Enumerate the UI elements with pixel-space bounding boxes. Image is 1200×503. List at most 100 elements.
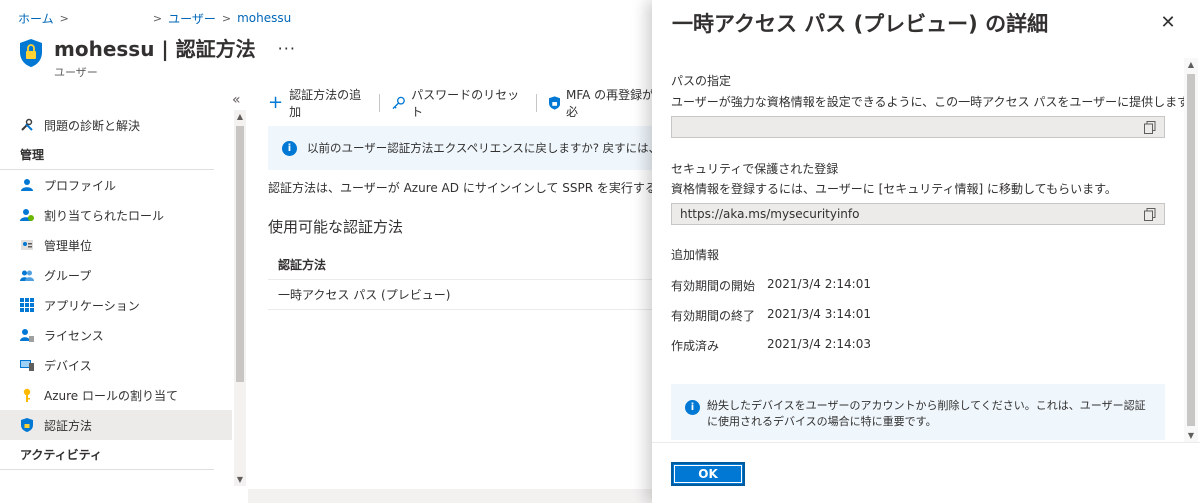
close-icon[interactable]: ✕ [1158,12,1178,33]
scroll-down-icon[interactable]: ▼ [234,475,246,484]
license-icon [20,328,34,342]
add-method-label: 認証方法の追加 [289,88,362,119]
sidebar-item-assigned-roles[interactable]: 割り当てられたロール [0,200,232,230]
created-label: 作成済み [671,339,720,353]
add-method-button[interactable]: + 認証方法の追加 [268,86,367,120]
device-info-text: 紛失したデバイスをユーザーのアカウントから削除してください。これは、ユーザー認証… [707,399,1146,428]
page-subtitle: ユーザー [54,66,98,79]
sidebar-item-label: デバイス [44,358,92,373]
pass-label: パスの指定 [671,74,732,88]
chevron-right-icon: > [152,11,163,25]
pass-field[interactable] [671,116,1165,138]
breadcrumb: ホーム > > ユーザー > mohessu [18,10,291,26]
methods-table: 認証方法 一時アクセス パス (プレビュー) [268,250,660,310]
sidebar-item-applications[interactable]: アプリケーション [0,290,232,320]
key-icon [392,96,405,110]
end-time-row: 有効期間の終了 2021/3/4 3:14:01 [671,307,871,324]
sidebar-item-label: ライセンス [44,328,104,343]
mfa-reregister-button[interactable]: MFA の再登録が必 [548,86,660,120]
secure-url-field[interactable]: https://aka.ms/mysecurityinfo [671,203,1165,225]
sidebar-item-label: 割り当てられたロール [44,208,165,223]
pass-description: ユーザーが強力な資格情報を設定できるように、この一時アクセス パスをユーザーに提… [671,95,1200,109]
collapse-sidebar-icon[interactable]: « [232,92,241,108]
person-role-icon [20,208,34,222]
sidebar-item-diagnose[interactable]: 問題の診断と解決 [0,110,232,140]
tools-icon [20,118,34,132]
person-icon [20,178,34,192]
key-icon [20,388,34,402]
more-options-icon[interactable]: ··· [278,36,296,62]
sidebar-item-groups[interactable]: グループ [0,260,232,290]
chevron-right-icon: > [59,11,69,25]
sidebar-item-label: プロファイル [44,178,117,193]
sidebar-item-label: 管理単位 [44,238,93,253]
sidebar-item-admin-units[interactable]: 管理単位 [0,230,232,260]
info-banner-text: 以前のユーザー認証方法エクスペリエンスに戻しますか? 戻すには、こちらをクリック [307,141,660,155]
breadcrumb-home[interactable]: ホーム [18,10,54,27]
toolbar: + 認証方法の追加 パスワードのリセット MFA の再登録が必 [268,88,660,119]
table-row[interactable]: 一時アクセス パス (プレビュー) [268,280,660,310]
breadcrumb-current[interactable]: mohessu [237,11,291,25]
horizontal-scrollbar[interactable] [248,489,652,503]
breadcrumb-users[interactable]: ユーザー [168,10,216,27]
background-page: ホーム > > ユーザー > mohessu mohessu | 認証方法 ユー… [0,0,716,503]
secure-url-value: https://aka.ms/mysecurityinfo [680,207,860,221]
admin-unit-icon [20,238,34,252]
scroll-down-icon[interactable]: ▼ [1184,431,1198,440]
sidebar-item-label: アプリケーション [44,298,140,313]
start-time-row: 有効期間の開始 2021/3/4 2:14:01 [671,277,871,294]
info-icon: i [685,400,700,415]
blade-scrollbar[interactable]: ▲ ▼ [1184,58,1198,442]
details-blade: 一時アクセス パス (プレビュー) の詳細 ✕ パスの指定 ユーザーが強力な資格… [652,0,1200,503]
shield-icon [20,418,34,432]
page-title: mohessu | 認証方法 [54,37,256,61]
sidebar-section-activity: アクティビティ [0,440,214,470]
start-time-value: 2021/3/4 2:14:01 [767,277,871,291]
group-icon [20,268,34,282]
ok-button[interactable]: OK [671,462,745,486]
secure-registration-description: 資格情報を登録するには、ユーザーに [セキュリティ情報] に移動してもらいます。 [671,182,1117,196]
sidebar-item-profile[interactable]: プロファイル [0,170,232,200]
sidebar-item-azure-role-assignments[interactable]: Azure ロールの割り当て [0,380,232,410]
mfa-reregister-label: MFA の再登録が必 [565,88,655,119]
sidebar-item-devices[interactable]: デバイス [0,350,232,380]
plus-icon: + [268,92,284,113]
sidebar: « 問題の診断と解決 管理 プロファイル 割り当てられたロール 管理単位 グルー… [0,92,248,503]
sidebar-item-label: 問題の診断と解決 [44,118,141,133]
additional-info-label: 追加情報 [671,248,720,262]
blade-footer: OK [652,442,1200,503]
sidebar-item-authentication-methods[interactable]: 認証方法 [0,410,232,440]
scrollbar-thumb[interactable] [1187,74,1195,426]
copy-icon[interactable] [1144,208,1156,221]
info-banner: i 以前のユーザー認証方法エクスペリエンスに戻しますか? 戻すには、こちらをクリ… [268,126,660,170]
shield-lock-icon [548,96,560,110]
created-row: 作成済み 2021/3/4 2:14:03 [671,337,871,354]
sidebar-list: 問題の診断と解決 管理 プロファイル 割り当てられたロール 管理単位 グループ … [0,110,232,470]
start-time-label: 有効期間の開始 [671,279,756,293]
chevron-right-icon: > [221,11,232,25]
sidebar-item-label: 認証方法 [44,418,93,433]
scroll-up-icon[interactable]: ▲ [1184,60,1198,69]
device-icon [20,358,34,372]
scroll-up-icon[interactable]: ▲ [234,112,246,121]
copy-icon[interactable] [1144,121,1156,134]
apps-grid-icon [20,298,34,312]
secure-registration-label: セキュリティで保護された登録 [671,162,839,176]
end-time-value: 2021/3/4 3:14:01 [767,307,871,321]
reset-password-button[interactable]: パスワードのリセット [392,86,524,120]
device-info-banner: i 紛失したデバイスをユーザーのアカウントから削除してください。これは、ユーザー… [671,384,1165,440]
created-value: 2021/3/4 2:14:03 [767,337,871,351]
page-header: mohessu | 認証方法 ユーザー ··· [18,36,296,80]
main-content: + 認証方法の追加 パスワードのリセット MFA の再登録が必 i 以前のユーザ… [268,88,716,310]
scrollbar-thumb[interactable] [236,126,244,382]
sidebar-scrollbar[interactable]: ▲ ▼ [234,110,246,486]
blade-title: 一時アクセス パス (プレビュー) の詳細 [672,12,1049,36]
sidebar-item-licenses[interactable]: ライセンス [0,320,232,350]
end-time-label: 有効期間の終了 [671,309,756,323]
reset-password-label: パスワードのリセット [411,88,520,119]
sidebar-section-manage: 管理 [0,140,214,170]
sidebar-item-label: グループ [44,268,92,283]
description-text: 認証方法は、ユーザーが Azure AD にサインインして SSPR を実行する… [268,181,716,195]
info-icon: i [282,140,297,156]
shield-lock-icon [20,39,42,67]
